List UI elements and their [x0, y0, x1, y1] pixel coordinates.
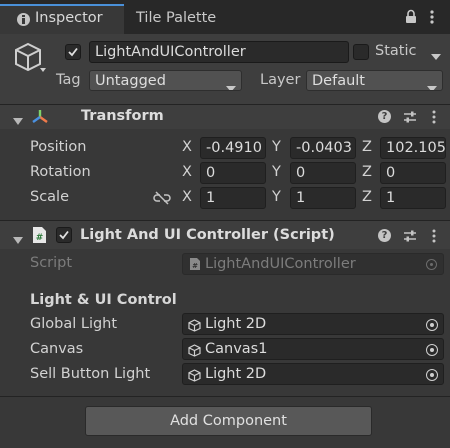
tab-inspector[interactable]: Inspector — [0, 4, 124, 34]
script-reference-value: LightAndUIController — [205, 256, 356, 272]
scale-z-axis-label: Z — [362, 189, 372, 205]
layer-label: Layer — [260, 72, 301, 88]
lock-icon[interactable] — [404, 9, 418, 24]
position-label: Position — [30, 139, 87, 155]
object-picker-icon[interactable] — [426, 369, 438, 381]
script-reference-field: # LightAndUIController — [182, 253, 444, 275]
sell-button-light-value: Light 2D — [205, 366, 267, 382]
kebab-menu-icon[interactable] — [432, 229, 436, 247]
static-checkbox[interactable] — [353, 44, 369, 60]
static-label: Static — [375, 43, 417, 59]
script-field-label: Script — [30, 255, 73, 271]
canvas-field[interactable]: Canvas1 — [182, 338, 444, 360]
transform-title: Transform — [81, 108, 164, 124]
tab-tile-palette-label: Tile Palette — [136, 10, 217, 26]
cube-icon — [188, 318, 201, 334]
position-y-axis-label: Y — [272, 139, 281, 155]
gameobject-cube-icon[interactable] — [12, 40, 48, 76]
position-z-axis-label: Z — [362, 139, 372, 155]
divider — [0, 396, 450, 397]
tag-label: Tag — [56, 72, 81, 88]
rotation-z-axis-label: Z — [362, 164, 372, 180]
canvas-label: Canvas — [30, 341, 84, 357]
global-light-value: Light 2D — [205, 316, 267, 332]
info-icon — [17, 13, 30, 26]
scale-x-field[interactable]: 1 — [200, 187, 266, 209]
script-component-title: Light And UI Controller (Script) — [80, 227, 335, 243]
scale-x-axis-label: X — [182, 189, 192, 205]
help-icon[interactable]: ? — [378, 110, 391, 123]
position-x-field[interactable]: -0.4910 — [200, 137, 266, 159]
kebab-menu-icon[interactable] — [430, 9, 434, 25]
tab-tile-palette[interactable]: Tile Palette — [124, 4, 244, 34]
canvas-value: Canvas1 — [205, 341, 268, 357]
static-dropdown-icon[interactable] — [431, 48, 441, 60]
object-picker-icon[interactable] — [426, 319, 438, 331]
script-enabled-checkbox[interactable] — [56, 227, 72, 243]
position-z-field[interactable]: 102.105 — [380, 137, 446, 159]
csharp-script-icon: # — [189, 257, 201, 274]
object-picker-icon — [426, 259, 437, 270]
cube-icon — [188, 343, 201, 359]
object-picker-icon[interactable] — [426, 344, 438, 356]
add-component-label: Add Component — [170, 413, 287, 429]
active-checkbox[interactable] — [65, 44, 81, 60]
tag-dropdown-value: Untagged — [95, 73, 166, 89]
foldout-arrow-icon[interactable] — [13, 113, 23, 129]
foldout-arrow-icon[interactable] — [13, 232, 23, 248]
rotation-y-field[interactable]: 0 — [290, 162, 356, 184]
rotation-x-axis-label: X — [182, 164, 192, 180]
gameobject-name-input[interactable]: LightAndUIController — [89, 41, 349, 63]
position-x-axis-label: X — [182, 139, 192, 155]
svg-text:#: # — [36, 233, 44, 243]
scale-label: Scale — [30, 189, 70, 205]
rotation-label: Rotation — [30, 164, 91, 180]
svg-text:#: # — [192, 262, 198, 270]
rotation-y-axis-label: Y — [272, 164, 281, 180]
scale-z-field[interactable]: 1 — [380, 187, 446, 209]
chevron-down-icon — [427, 78, 437, 90]
cube-icon — [188, 368, 201, 384]
constrain-proportions-icon[interactable] — [153, 191, 171, 209]
tab-inspector-label: Inspector — [35, 10, 103, 26]
preset-sliders-icon[interactable] — [403, 229, 417, 247]
sell-button-light-field[interactable]: Light 2D — [182, 363, 444, 385]
tag-dropdown[interactable]: Untagged — [89, 70, 242, 91]
chevron-down-icon — [226, 78, 236, 90]
csharp-script-icon: # — [32, 226, 47, 244]
preset-sliders-icon[interactable] — [403, 110, 417, 128]
add-component-button[interactable]: Add Component — [85, 406, 372, 436]
rotation-x-field[interactable]: 0 — [200, 162, 266, 184]
rotation-z-field[interactable]: 0 — [380, 162, 446, 184]
help-icon[interactable]: ? — [378, 229, 391, 242]
section-header: Light & UI Control — [30, 292, 177, 308]
global-light-field[interactable]: Light 2D — [182, 313, 444, 335]
kebab-menu-icon[interactable] — [432, 110, 436, 128]
scale-y-axis-label: Y — [272, 189, 281, 205]
sell-button-light-label: Sell Button Light — [30, 366, 151, 382]
layer-dropdown-value: Default — [312, 73, 365, 89]
layer-dropdown[interactable]: Default — [306, 70, 443, 91]
global-light-label: Global Light — [30, 316, 118, 332]
position-y-field[interactable]: -0.0403 — [290, 137, 356, 159]
transform-axes-icon — [31, 108, 49, 126]
scale-y-field[interactable]: 1 — [290, 187, 356, 209]
